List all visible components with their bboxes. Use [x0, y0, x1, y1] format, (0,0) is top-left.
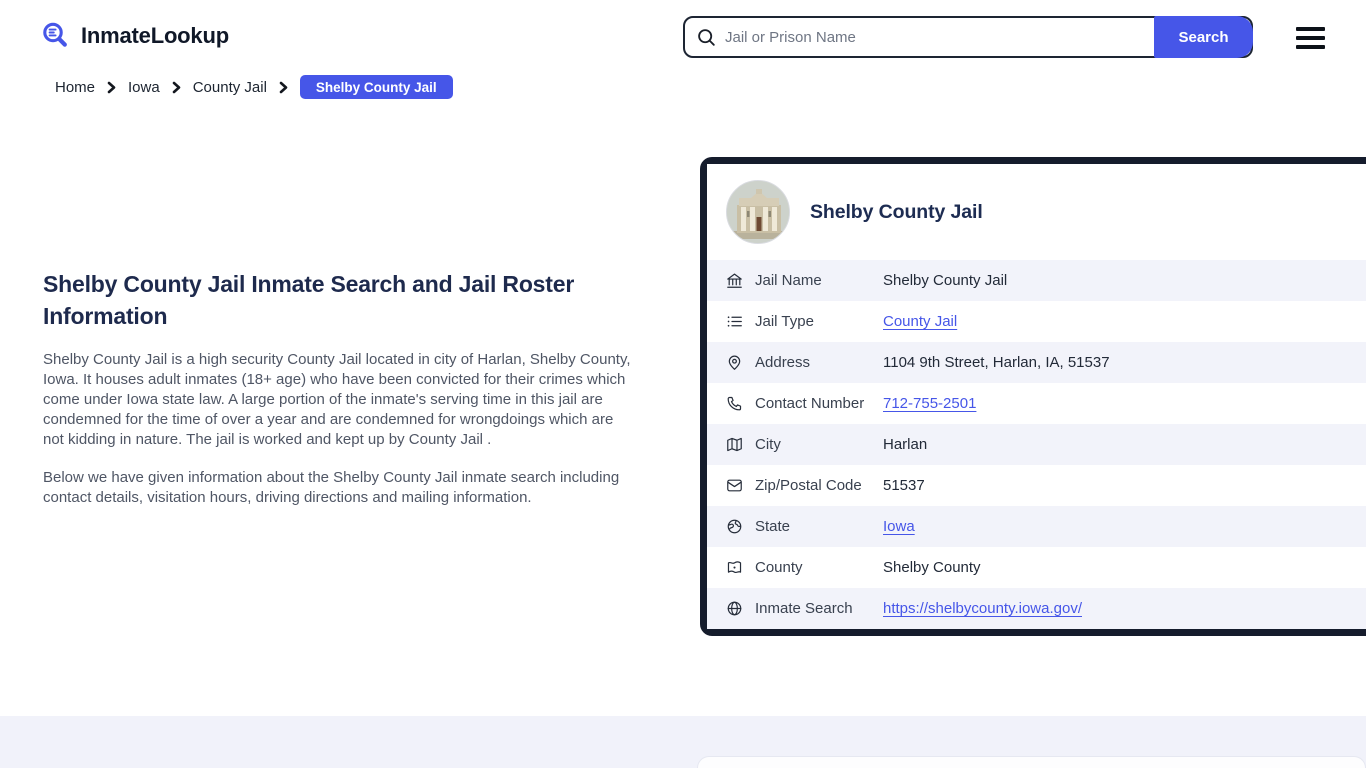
- zip-value: 51537: [883, 477, 925, 494]
- breadcrumb-item-iowa[interactable]: Iowa: [128, 79, 160, 96]
- bank-icon: [726, 272, 743, 289]
- folded-map-icon: [726, 436, 743, 453]
- list-icon: [726, 313, 743, 330]
- county-flag-icon: [726, 559, 743, 576]
- breadcrumb-current-page[interactable]: Shelby County Jail: [299, 75, 453, 99]
- map-pin-icon: [726, 354, 743, 371]
- jail-info-card: Shelby County Jail Jail Name Shelby Coun…: [700, 157, 1366, 636]
- jail-type-link[interactable]: County Jail: [883, 313, 957, 330]
- search-button[interactable]: Search: [1154, 16, 1253, 58]
- row-label: Address: [755, 354, 811, 371]
- jail-search-bar: Search: [683, 16, 1253, 58]
- jail-name-value: Shelby County Jail: [883, 272, 1008, 289]
- city-value: Harlan: [883, 436, 928, 453]
- magnifier-lines-icon: [40, 20, 72, 52]
- city-row: City Harlan: [707, 424, 1366, 465]
- courthouse-photo: [726, 180, 790, 244]
- zip-row: Zip/Postal Code 51537: [707, 465, 1366, 506]
- address-row: Address 1104 9th Street, Harlan, IA, 515…: [707, 342, 1366, 383]
- row-label: Inmate Search: [755, 600, 853, 617]
- row-label: Zip/Postal Code: [755, 477, 862, 494]
- row-label: City: [755, 436, 781, 453]
- brand-logo[interactable]: InmateLookup: [40, 20, 229, 52]
- state-link[interactable]: Iowa: [883, 518, 915, 535]
- envelope-icon: [726, 477, 743, 494]
- breadcrumb-item-county-jail[interactable]: County Jail: [193, 79, 267, 96]
- county-value: Shelby County: [883, 559, 981, 576]
- jail-card-header: Shelby County Jail: [707, 164, 1366, 260]
- row-label: Jail Name: [755, 272, 822, 289]
- brand-name: InmateLookup: [81, 23, 229, 48]
- search-icon: [697, 28, 716, 47]
- globe-grid-icon: [726, 600, 743, 617]
- chevron-right-icon: [171, 81, 182, 94]
- jail-type-row: Jail Type County Jail: [707, 301, 1366, 342]
- intro-paragraph: Shelby County Jail is a high security Co…: [43, 351, 631, 448]
- breadcrumb-item-home[interactable]: Home: [55, 79, 95, 96]
- phone-icon: [726, 395, 743, 412]
- row-label: Contact Number: [755, 395, 865, 412]
- page-title: Shelby County Jail Inmate Search and Jai…: [43, 271, 575, 329]
- jail-card-title: Shelby County Jail: [810, 200, 983, 223]
- address-value: 1104 9th Street, Harlan, IA, 51537: [883, 354, 1110, 371]
- hamburger-bar: [1296, 36, 1325, 40]
- chevron-right-icon: [278, 81, 289, 94]
- article: Shelby County Jail Inmate Search and Jai…: [43, 268, 635, 508]
- breadcrumb: Home Iowa County Jail Shelby County Jail: [55, 75, 453, 99]
- state-row: State Iowa: [707, 506, 1366, 547]
- globe-icon: [726, 518, 743, 535]
- hamburger-bar: [1296, 27, 1325, 31]
- chevron-right-icon: [106, 81, 117, 94]
- inmate-search-row: Inmate Search https://shelbycounty.iowa.…: [707, 588, 1366, 629]
- county-row: County Shelby County: [707, 547, 1366, 588]
- row-label: State: [755, 518, 791, 535]
- info-paragraph: Below we have given information about th…: [43, 469, 620, 506]
- inmate-search-link[interactable]: https://shelbycounty.iowa.gov/: [883, 600, 1082, 617]
- next-card-top-edge: [697, 756, 1366, 768]
- jail-name-row: Jail Name Shelby County Jail: [707, 260, 1366, 301]
- row-label: Jail Type: [755, 313, 814, 330]
- contact-number-link[interactable]: 712-755-2501: [883, 395, 976, 412]
- hamburger-bar: [1296, 45, 1325, 49]
- hamburger-menu-icon[interactable]: [1296, 27, 1326, 49]
- contact-number-row: Contact Number 712-755-2501: [707, 383, 1366, 424]
- row-label: County: [755, 559, 803, 576]
